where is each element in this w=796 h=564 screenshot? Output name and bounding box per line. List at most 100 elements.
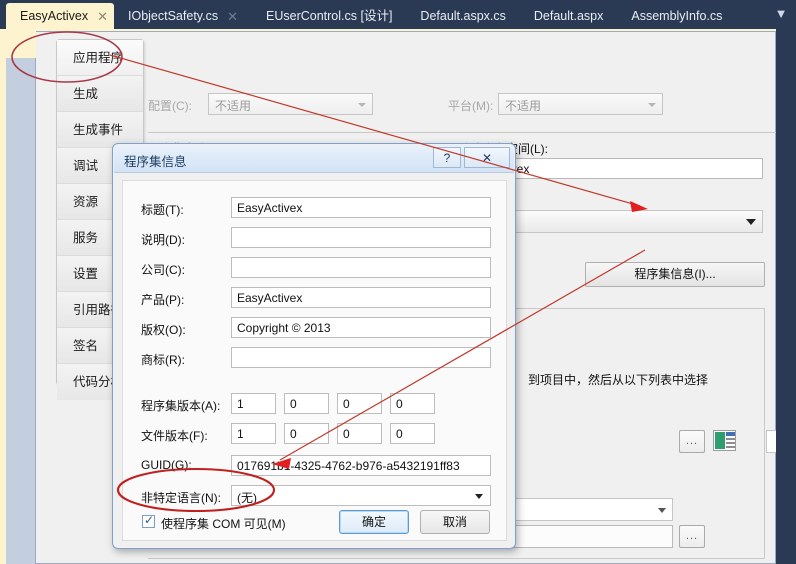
version-part-value: 1 <box>237 427 244 441</box>
chevron-down-icon <box>475 494 483 499</box>
dialog-field-label: 产品(P): <box>141 293 185 307</box>
dialog-field-label: 版权(O): <box>141 323 186 337</box>
sidebar-item-label: 服务 <box>73 231 99 245</box>
version-part-input[interactable]: 0 <box>284 423 329 444</box>
tab-overflow-icon[interactable]: ▼ <box>772 4 790 24</box>
dialog-field-input[interactable]: EasyActivex <box>231 287 491 308</box>
version-part-value: 0 <box>343 427 350 441</box>
version-part-value: 0 <box>290 397 297 411</box>
configuration-label: 配置(C): <box>148 99 192 113</box>
platform-combo[interactable]: 不适用 <box>498 93 663 115</box>
assembly-version-label: 程序集版本(A): <box>141 399 221 413</box>
section-divider <box>148 132 796 133</box>
sidebar-item-label: 调试 <box>73 159 99 173</box>
version-part-value: 1 <box>237 397 244 411</box>
neutral-language-value: (无) <box>237 491 257 505</box>
ok-button[interactable]: 确定 <box>339 510 409 534</box>
resources-groupbox-right <box>764 308 765 558</box>
sidebar-item-label: 生成 <box>73 87 99 101</box>
chevron-down-icon <box>746 219 756 225</box>
editor-tab-strip: EasyActivex ✕ IObjectSafety.cs ✕ EUserContro… <box>0 0 796 30</box>
browse-icon-button[interactable]: ... <box>679 430 705 453</box>
editor-tab[interactable]: IObjectSafety.cs ✕ <box>114 3 252 30</box>
ok-button-label: 确定 <box>361 515 386 529</box>
close-icon: ✕ <box>481 151 493 165</box>
version-part-input[interactable]: 0 <box>337 423 382 444</box>
sidebar-item-label: 应用程序 <box>73 51 124 65</box>
editor-tab[interactable]: EasyActivex ✕ <box>6 3 114 30</box>
sidebar-item-label: 生成事件 <box>73 123 124 137</box>
dialog-field-input[interactable] <box>231 347 491 368</box>
configuration-combo-value: 不适用 <box>215 99 252 113</box>
dialog-field-label: 标题(T): <box>141 203 184 217</box>
chevron-down-icon <box>358 103 366 107</box>
editor-tab-label: IObjectSafety.cs <box>128 9 219 23</box>
dialog-field-label: 公司(C): <box>141 263 185 277</box>
version-part-input[interactable]: 1 <box>231 393 276 414</box>
resources-groupbox-bottom <box>148 558 765 559</box>
editor-tab[interactable]: EUserControl.cs [设计] <box>252 3 406 30</box>
editor-tab-label: EUserControl.cs [设计] <box>266 9 393 23</box>
version-part-input[interactable]: 0 <box>284 393 329 414</box>
close-button[interactable]: ✕ <box>464 147 510 168</box>
editor-tab-label: Default.aspx <box>533 9 604 23</box>
neutral-language-label: 非特定语言(N): <box>141 491 221 505</box>
file-version-label: 文件版本(F): <box>141 429 208 443</box>
resources-note-text: 到项目中，然后从以下列表中选择 <box>528 373 709 387</box>
version-part-value: 0 <box>396 427 403 441</box>
platform-combo-value: 不适用 <box>505 99 542 113</box>
dialog-field-input[interactable] <box>231 257 491 278</box>
editor-tab-label: EasyActivex <box>20 9 89 23</box>
chevron-down-icon <box>658 508 666 513</box>
com-visible-label: 使程序集 COM 可见(M) <box>161 517 286 531</box>
help-icon: ? <box>443 151 451 165</box>
editor-tab-label: AssemblyInfo.cs <box>631 9 723 23</box>
version-part-value: 0 <box>396 397 403 411</box>
sidebar-item-label: 签名 <box>73 339 99 353</box>
guid-label: GUID(G): <box>141 458 192 472</box>
configuration-row: 配置(C): 不适用 平台(M): 不适用 <box>148 93 796 117</box>
assembly-information-button-label: 程序集信息(I)... <box>634 267 716 281</box>
guid-value: 017691b1-4325-4762-b976-a5432191ff83 <box>237 459 460 473</box>
platform-label: 平台(M): <box>448 99 494 113</box>
sidebar-item-1[interactable]: 生成 <box>57 76 143 112</box>
dialog-body: 标题(T): EasyActivex 说明(D): 公司(C): 产品(P): EasyA… <box>122 180 507 541</box>
version-part-input[interactable]: 0 <box>337 393 382 414</box>
dialog-field-input[interactable] <box>231 227 491 248</box>
dialog-title-bar[interactable]: 程序集信息 ? ✕ <box>114 145 514 173</box>
dialog-field-value: EasyActivex <box>237 201 303 215</box>
browse-resource-button[interactable]: ... <box>679 525 705 548</box>
configuration-combo[interactable]: 不适用 <box>208 93 373 115</box>
designer-left-rail <box>6 58 36 564</box>
chevron-down-icon <box>648 103 656 107</box>
dialog-field-value: Copyright © 2013 <box>237 321 331 335</box>
dialog-field-label: 商标(R): <box>141 353 185 367</box>
version-part-value: 0 <box>343 397 350 411</box>
cancel-button-label: 取消 <box>442 515 467 529</box>
guid-input[interactable]: 017691b1-4325-4762-b976-a5432191ff83 <box>231 455 491 476</box>
sidebar-item-label: 资源 <box>73 195 99 209</box>
editor-tab[interactable]: Default.aspx <box>520 3 617 30</box>
window-right-gutter <box>776 29 796 564</box>
editor-tab[interactable]: Default.aspx.cs <box>406 3 519 30</box>
tab-close-icon[interactable]: ✕ <box>227 3 238 30</box>
version-part-input[interactable]: 0 <box>390 393 435 414</box>
app-window: EasyActivex ✕ IObjectSafety.cs ✕ EUserContro… <box>0 0 796 564</box>
cancel-button[interactable]: 取消 <box>420 510 490 534</box>
assembly-information-button[interactable]: 程序集信息(I)... <box>585 262 765 287</box>
dialog-field-value: EasyActivex <box>237 291 303 305</box>
help-button[interactable]: ? <box>433 147 461 168</box>
version-part-input[interactable]: 0 <box>390 423 435 444</box>
version-part-value: 0 <box>290 427 297 441</box>
sidebar-item-application[interactable]: 应用程序 <box>57 40 143 76</box>
version-part-input[interactable]: 1 <box>231 423 276 444</box>
com-visible-checkbox[interactable] <box>142 513 155 528</box>
dialog-field-label: 说明(D): <box>141 233 185 247</box>
icon-preview <box>713 430 736 451</box>
tab-close-icon[interactable]: ✕ <box>97 3 108 30</box>
browse-icon-button-label: ... <box>685 435 699 447</box>
editor-tab[interactable]: AssemblyInfo.cs <box>617 3 736 30</box>
dialog-field-input[interactable]: Copyright © 2013 <box>231 317 491 338</box>
neutral-language-combo[interactable]: (无) <box>231 485 491 506</box>
dialog-field-input[interactable]: EasyActivex <box>231 197 491 218</box>
